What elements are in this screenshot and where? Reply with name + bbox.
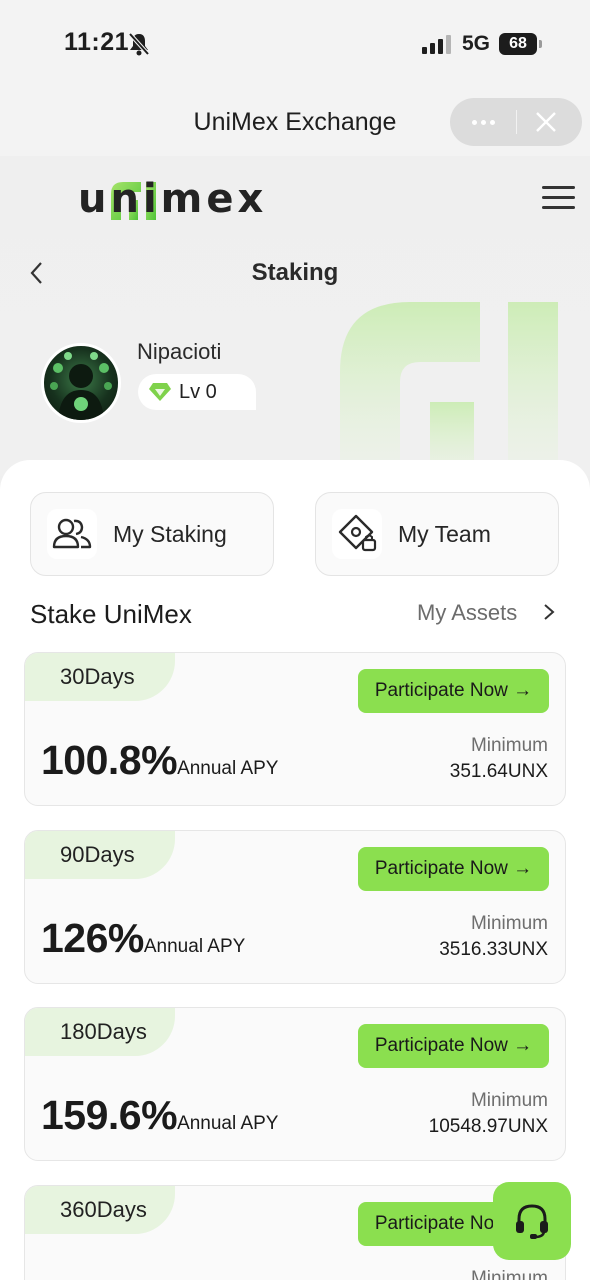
battery-indicator: 68 (499, 33, 542, 55)
participate-now-button[interactable]: Participate Now → (358, 1024, 549, 1068)
app-titlebar: UniMex Exchange (0, 90, 590, 156)
apy-value: 126% (41, 915, 144, 961)
plan-apy: 100.8%Annual APY (41, 737, 278, 784)
stake-plan-card: 180Days Participate Now → 159.6%Annual A… (24, 1007, 566, 1161)
apy-label: Annual APY (177, 1113, 279, 1134)
staking-sheet: My Staking My Team Stake UniMex My Asset… (0, 460, 590, 1280)
plan-minimum: Minimum 10548.97UNX (429, 1090, 548, 1138)
plan-duration: 360Days (25, 1186, 175, 1234)
minimum-value: 10548.97UNX (428, 1116, 548, 1137)
page-header: unimex Staking Nipacioti Lv 0 (0, 156, 590, 476)
minimum-value: 351.64UNX (449, 761, 548, 782)
network-type: 5G (462, 32, 491, 55)
plan-minimum: Minimum (471, 1268, 548, 1280)
avatar[interactable] (41, 343, 121, 423)
plan-apy: 126%Annual APY (41, 915, 245, 962)
headset-icon (516, 1204, 548, 1239)
username: Nipacioti (137, 339, 222, 364)
my-staking-button[interactable]: My Staking (30, 492, 274, 576)
close-icon[interactable] (532, 108, 560, 136)
page-title: Staking (251, 259, 339, 286)
minimum-label: Minimum (470, 1090, 548, 1111)
apy-label: Annual APY (177, 758, 279, 779)
section-title: Stake UniMex (30, 599, 192, 629)
stake-plan-card: 30Days Participate Now → 100.8%Annual AP… (24, 652, 566, 806)
minimum-label: Minimum (470, 913, 548, 934)
capsule-divider (516, 110, 517, 134)
stake-plan-card: 90Days Participate Now → 126%Annual APY … (24, 830, 566, 984)
more-dots-icon[interactable] (450, 98, 516, 146)
my-team-label: My Team (398, 521, 491, 547)
signal-icon (422, 35, 451, 54)
my-team-button[interactable]: My Team (315, 492, 559, 576)
minimum-label: Minimum (470, 1268, 548, 1280)
level-badge: Lv 0 (138, 374, 256, 410)
avatar-image (50, 352, 112, 420)
plan-duration: 180Days (25, 1008, 175, 1056)
plan-minimum: Minimum 3516.33UNX (439, 913, 548, 961)
plan-minimum: Minimum 351.64UNX (450, 735, 548, 783)
participate-now-button[interactable]: Participate Now → (358, 847, 549, 891)
diamond-icon (149, 383, 171, 401)
users-icon (47, 509, 97, 559)
minimum-label: Minimum (470, 735, 548, 756)
apy-value: 100.8% (41, 737, 178, 783)
plan-duration: 90Days (25, 831, 175, 879)
menu-icon[interactable] (542, 186, 575, 210)
logo-wordmark: unimex (78, 176, 268, 222)
bell-slash-icon (128, 32, 150, 56)
logo-watermark-icon (340, 302, 558, 476)
participate-now-button[interactable]: Participate Now → (358, 669, 549, 713)
capsule-menu (450, 98, 582, 146)
plan-duration: 30Days (25, 653, 175, 701)
my-assets-link[interactable]: My Assets (417, 600, 517, 626)
customer-support-button[interactable] (493, 1182, 571, 1260)
team-icon (332, 509, 382, 559)
status-bar: 11:21 5G 68 (0, 0, 590, 90)
level-label: Lv 0 (179, 381, 217, 403)
apy-label: Annual APY (143, 936, 246, 957)
apy-value: 159.6% (41, 1092, 178, 1138)
minimum-value: 3516.33UNX (439, 939, 548, 960)
stake-plan-card: 360Days Participate Now → Minimum (24, 1185, 566, 1280)
my-staking-label: My Staking (113, 521, 227, 547)
plan-apy: 159.6%Annual APY (41, 1092, 278, 1139)
chevron-right-icon[interactable] (542, 602, 556, 622)
status-time: 11:21 (64, 28, 130, 56)
